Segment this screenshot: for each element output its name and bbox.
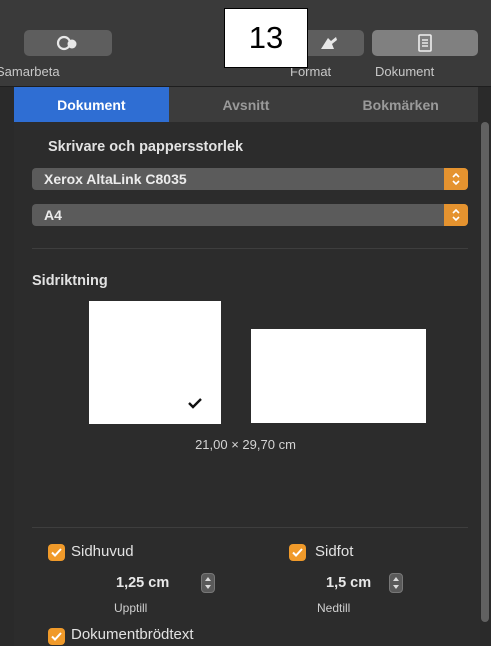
printer-section-title: Skrivare och pappersstorlek — [48, 139, 244, 155]
printer-select-value: Xerox AltaLink C8035 — [44, 171, 187, 187]
document-icon — [418, 34, 432, 52]
header-distance-field[interactable]: 1,25 cm — [116, 575, 169, 591]
portrait-orientation-option[interactable] — [89, 301, 221, 424]
document-button[interactable] — [372, 30, 478, 56]
footer-checkbox[interactable] — [289, 544, 306, 561]
select-arrows-icon — [444, 168, 468, 190]
header-distance-stepper[interactable] — [201, 573, 215, 593]
header-checkbox[interactable] — [48, 544, 65, 561]
footer-distance-stepper[interactable] — [389, 573, 403, 593]
landscape-orientation-option[interactable] — [251, 329, 426, 423]
callout-number: 13 — [224, 8, 308, 68]
printer-select[interactable]: Xerox AltaLink C8035 — [32, 168, 468, 190]
toolbar: Samarbeta Format Dokument 13 — [0, 0, 491, 87]
collaborate-label: Samarbeta — [0, 64, 60, 79]
tab-bokmarken[interactable]: Bokmärken — [323, 87, 478, 122]
body-text-checkbox[interactable] — [48, 628, 65, 645]
header-label: Sidhuvud — [71, 543, 134, 560]
panel-scrollbar[interactable] — [481, 122, 489, 622]
footer-label: Sidfot — [315, 543, 354, 560]
tab-avsnitt[interactable]: Avsnitt — [169, 87, 324, 122]
body-text-label: Dokumentbrödtext — [71, 626, 194, 643]
collaborate-button[interactable] — [24, 30, 112, 56]
orientation-title: Sidriktning — [32, 273, 108, 289]
page-dimensions: 21,00 × 29,70 cm — [195, 437, 296, 452]
footer-distance-field[interactable]: 1,5 cm — [326, 575, 371, 591]
section-divider — [32, 527, 468, 528]
header-sub-label: Upptill — [114, 601, 148, 615]
format-brush-icon — [321, 37, 337, 49]
select-arrows-icon — [444, 204, 468, 226]
checkmark-icon — [188, 398, 202, 409]
section-divider — [32, 248, 468, 249]
paper-size-value: A4 — [44, 207, 62, 223]
document-label: Dokument — [375, 64, 435, 79]
tab-bar: Dokument Avsnitt Bokmärken — [14, 87, 478, 122]
paper-size-select[interactable]: A4 — [32, 204, 468, 226]
collaborate-icon — [56, 35, 77, 51]
tab-dokument[interactable]: Dokument — [14, 87, 169, 122]
footer-sub-label: Nedtill — [317, 601, 351, 615]
